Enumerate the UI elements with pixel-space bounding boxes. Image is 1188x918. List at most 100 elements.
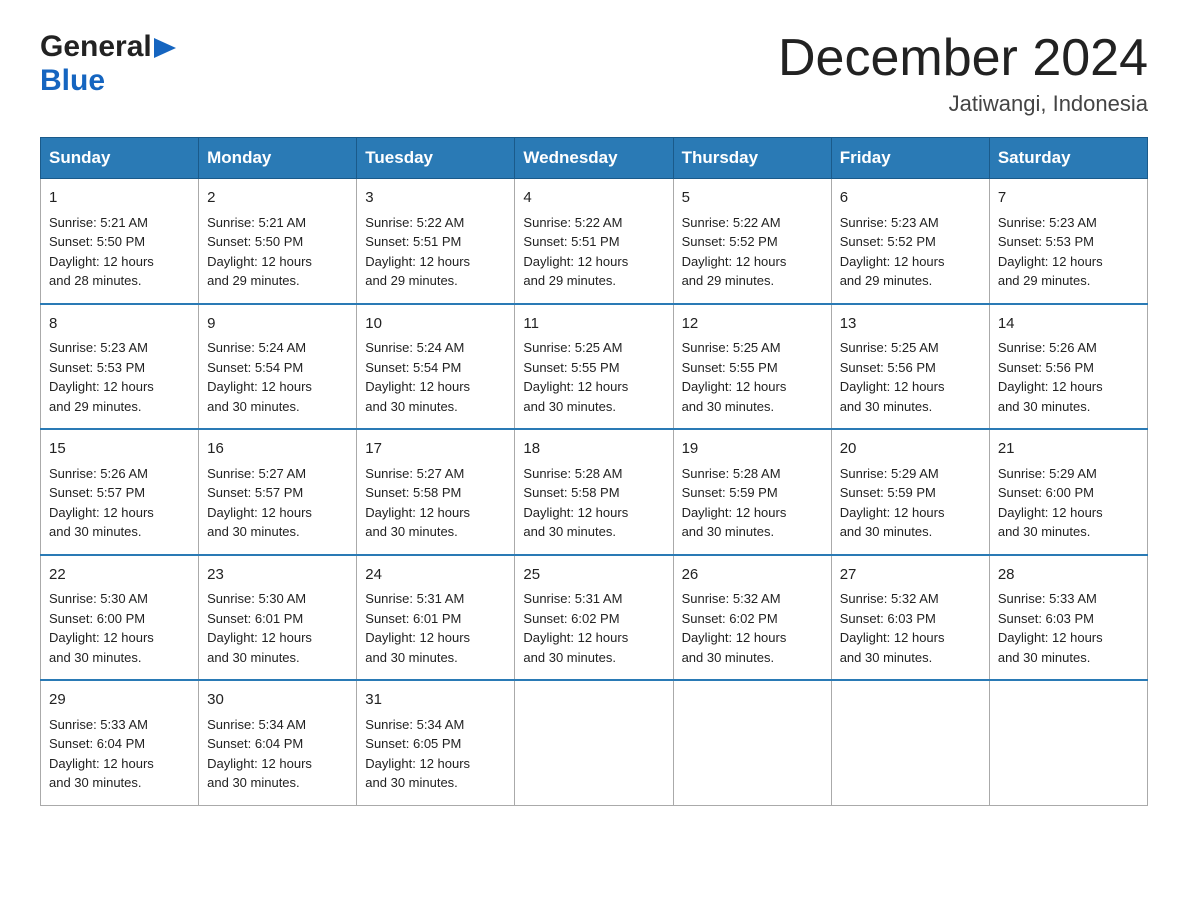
day-info: Sunrise: 5:26 AM Sunset: 5:57 PM Dayligh… — [49, 464, 190, 542]
day-number: 18 — [523, 438, 664, 461]
calendar-week-row: 29 Sunrise: 5:33 AM Sunset: 6:04 PM Dayl… — [41, 680, 1148, 805]
table-row: 24 Sunrise: 5:31 AM Sunset: 6:01 PM Dayl… — [357, 555, 515, 681]
day-info: Sunrise: 5:25 AM Sunset: 5:56 PM Dayligh… — [840, 338, 981, 416]
day-info: Sunrise: 5:23 AM Sunset: 5:53 PM Dayligh… — [49, 338, 190, 416]
day-info: Sunrise: 5:30 AM Sunset: 6:00 PM Dayligh… — [49, 589, 190, 667]
day-info: Sunrise: 5:23 AM Sunset: 5:53 PM Dayligh… — [998, 213, 1139, 291]
day-info: Sunrise: 5:22 AM Sunset: 5:51 PM Dayligh… — [365, 213, 506, 291]
table-row: 11 Sunrise: 5:25 AM Sunset: 5:55 PM Dayl… — [515, 304, 673, 430]
header-tuesday: Tuesday — [357, 138, 515, 179]
header-saturday: Saturday — [989, 138, 1147, 179]
table-row: 23 Sunrise: 5:30 AM Sunset: 6:01 PM Dayl… — [199, 555, 357, 681]
day-number: 5 — [682, 187, 823, 210]
table-row: 19 Sunrise: 5:28 AM Sunset: 5:59 PM Dayl… — [673, 429, 831, 555]
table-row: 15 Sunrise: 5:26 AM Sunset: 5:57 PM Dayl… — [41, 429, 199, 555]
day-info: Sunrise: 5:22 AM Sunset: 5:51 PM Dayligh… — [523, 213, 664, 291]
table-row: 20 Sunrise: 5:29 AM Sunset: 5:59 PM Dayl… — [831, 429, 989, 555]
logo-arrow-icon — [154, 38, 176, 58]
day-number: 3 — [365, 187, 506, 210]
day-info: Sunrise: 5:21 AM Sunset: 5:50 PM Dayligh… — [49, 213, 190, 291]
day-info: Sunrise: 5:25 AM Sunset: 5:55 PM Dayligh… — [523, 338, 664, 416]
day-number: 13 — [840, 313, 981, 336]
day-info: Sunrise: 5:22 AM Sunset: 5:52 PM Dayligh… — [682, 213, 823, 291]
day-info: Sunrise: 5:26 AM Sunset: 5:56 PM Dayligh… — [998, 338, 1139, 416]
day-info: Sunrise: 5:34 AM Sunset: 6:04 PM Dayligh… — [207, 715, 348, 793]
day-number: 15 — [49, 438, 190, 461]
day-info: Sunrise: 5:32 AM Sunset: 6:02 PM Dayligh… — [682, 589, 823, 667]
day-info: Sunrise: 5:21 AM Sunset: 5:50 PM Dayligh… — [207, 213, 348, 291]
day-number: 27 — [840, 564, 981, 587]
calendar-week-row: 22 Sunrise: 5:30 AM Sunset: 6:00 PM Dayl… — [41, 555, 1148, 681]
header-monday: Monday — [199, 138, 357, 179]
table-row: 4 Sunrise: 5:22 AM Sunset: 5:51 PM Dayli… — [515, 179, 673, 304]
day-number: 28 — [998, 564, 1139, 587]
day-number: 7 — [998, 187, 1139, 210]
calendar-week-row: 8 Sunrise: 5:23 AM Sunset: 5:53 PM Dayli… — [41, 304, 1148, 430]
day-number: 11 — [523, 313, 664, 336]
day-number: 2 — [207, 187, 348, 210]
day-info: Sunrise: 5:29 AM Sunset: 5:59 PM Dayligh… — [840, 464, 981, 542]
day-info: Sunrise: 5:32 AM Sunset: 6:03 PM Dayligh… — [840, 589, 981, 667]
calendar-table: Sunday Monday Tuesday Wednesday Thursday… — [40, 137, 1148, 806]
page-header: General Blue December 2024 Jatiwangi, In… — [40, 30, 1148, 117]
table-row: 26 Sunrise: 5:32 AM Sunset: 6:02 PM Dayl… — [673, 555, 831, 681]
day-info: Sunrise: 5:29 AM Sunset: 6:00 PM Dayligh… — [998, 464, 1139, 542]
month-title: December 2024 — [778, 30, 1148, 87]
table-row — [831, 680, 989, 805]
table-row: 10 Sunrise: 5:24 AM Sunset: 5:54 PM Dayl… — [357, 304, 515, 430]
day-info: Sunrise: 5:27 AM Sunset: 5:57 PM Dayligh… — [207, 464, 348, 542]
table-row — [673, 680, 831, 805]
table-row: 6 Sunrise: 5:23 AM Sunset: 5:52 PM Dayli… — [831, 179, 989, 304]
day-info: Sunrise: 5:27 AM Sunset: 5:58 PM Dayligh… — [365, 464, 506, 542]
day-number: 30 — [207, 689, 348, 712]
day-number: 4 — [523, 187, 664, 210]
day-number: 26 — [682, 564, 823, 587]
table-row: 28 Sunrise: 5:33 AM Sunset: 6:03 PM Dayl… — [989, 555, 1147, 681]
table-row: 31 Sunrise: 5:34 AM Sunset: 6:05 PM Dayl… — [357, 680, 515, 805]
table-row: 22 Sunrise: 5:30 AM Sunset: 6:00 PM Dayl… — [41, 555, 199, 681]
table-row: 3 Sunrise: 5:22 AM Sunset: 5:51 PM Dayli… — [357, 179, 515, 304]
logo-general-text: General — [40, 30, 152, 64]
header-friday: Friday — [831, 138, 989, 179]
day-number: 10 — [365, 313, 506, 336]
table-row: 30 Sunrise: 5:34 AM Sunset: 6:04 PM Dayl… — [199, 680, 357, 805]
day-info: Sunrise: 5:24 AM Sunset: 5:54 PM Dayligh… — [365, 338, 506, 416]
day-info: Sunrise: 5:31 AM Sunset: 6:01 PM Dayligh… — [365, 589, 506, 667]
table-row — [989, 680, 1147, 805]
day-info: Sunrise: 5:24 AM Sunset: 5:54 PM Dayligh… — [207, 338, 348, 416]
day-number: 1 — [49, 187, 190, 210]
day-number: 12 — [682, 313, 823, 336]
header-thursday: Thursday — [673, 138, 831, 179]
day-info: Sunrise: 5:34 AM Sunset: 6:05 PM Dayligh… — [365, 715, 506, 793]
day-info: Sunrise: 5:23 AM Sunset: 5:52 PM Dayligh… — [840, 213, 981, 291]
day-info: Sunrise: 5:31 AM Sunset: 6:02 PM Dayligh… — [523, 589, 664, 667]
calendar-week-row: 15 Sunrise: 5:26 AM Sunset: 5:57 PM Dayl… — [41, 429, 1148, 555]
table-row: 5 Sunrise: 5:22 AM Sunset: 5:52 PM Dayli… — [673, 179, 831, 304]
table-row: 27 Sunrise: 5:32 AM Sunset: 6:03 PM Dayl… — [831, 555, 989, 681]
header-wednesday: Wednesday — [515, 138, 673, 179]
location: Jatiwangi, Indonesia — [778, 91, 1148, 117]
day-info: Sunrise: 5:28 AM Sunset: 5:59 PM Dayligh… — [682, 464, 823, 542]
day-number: 17 — [365, 438, 506, 461]
day-number: 8 — [49, 313, 190, 336]
calendar-week-row: 1 Sunrise: 5:21 AM Sunset: 5:50 PM Dayli… — [41, 179, 1148, 304]
table-row: 29 Sunrise: 5:33 AM Sunset: 6:04 PM Dayl… — [41, 680, 199, 805]
day-number: 23 — [207, 564, 348, 587]
table-row — [515, 680, 673, 805]
day-info: Sunrise: 5:33 AM Sunset: 6:04 PM Dayligh… — [49, 715, 190, 793]
table-row: 2 Sunrise: 5:21 AM Sunset: 5:50 PM Dayli… — [199, 179, 357, 304]
day-number: 24 — [365, 564, 506, 587]
day-info: Sunrise: 5:30 AM Sunset: 6:01 PM Dayligh… — [207, 589, 348, 667]
table-row: 18 Sunrise: 5:28 AM Sunset: 5:58 PM Dayl… — [515, 429, 673, 555]
logo-blue-text: Blue — [40, 64, 105, 97]
table-row: 21 Sunrise: 5:29 AM Sunset: 6:00 PM Dayl… — [989, 429, 1147, 555]
table-row: 17 Sunrise: 5:27 AM Sunset: 5:58 PM Dayl… — [357, 429, 515, 555]
title-section: December 2024 Jatiwangi, Indonesia — [778, 30, 1148, 117]
day-info: Sunrise: 5:25 AM Sunset: 5:55 PM Dayligh… — [682, 338, 823, 416]
calendar-header-row: Sunday Monday Tuesday Wednesday Thursday… — [41, 138, 1148, 179]
day-number: 9 — [207, 313, 348, 336]
day-number: 16 — [207, 438, 348, 461]
day-number: 19 — [682, 438, 823, 461]
table-row: 25 Sunrise: 5:31 AM Sunset: 6:02 PM Dayl… — [515, 555, 673, 681]
day-info: Sunrise: 5:28 AM Sunset: 5:58 PM Dayligh… — [523, 464, 664, 542]
